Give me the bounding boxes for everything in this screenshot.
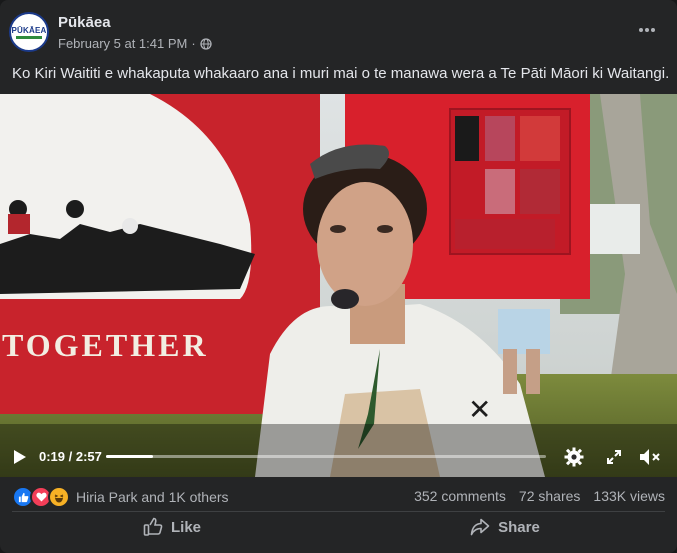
share-button[interactable]: Share bbox=[345, 512, 665, 542]
svg-text:✕: ✕ bbox=[468, 393, 491, 426]
globe-icon bbox=[200, 37, 212, 50]
page-avatar[interactable]: PŪKĀEA bbox=[9, 12, 49, 52]
post-date-link[interactable]: February 5 at 1:41 PM bbox=[58, 36, 187, 51]
banner-text: TOGETHER bbox=[2, 327, 209, 363]
shares-count-link[interactable]: 72 shares bbox=[519, 488, 580, 504]
share-arrow-icon bbox=[470, 518, 490, 536]
share-label: Share bbox=[498, 518, 540, 536]
progress-track[interactable] bbox=[106, 455, 546, 458]
post-meta: February 5 at 1:41 PM · bbox=[58, 36, 212, 51]
reactions-label: Hiria Park and 1K others bbox=[76, 489, 229, 505]
play-icon[interactable] bbox=[10, 447, 30, 467]
views-count: 133K views bbox=[593, 488, 665, 504]
avatar-logo-bar bbox=[16, 35, 42, 39]
post-caption: Ko Kiri Waititi e whakaputa whakaaro ana… bbox=[12, 65, 670, 82]
thumbs-up-icon bbox=[143, 517, 163, 536]
meta-separator: · bbox=[191, 36, 196, 51]
like-button[interactable]: Like bbox=[12, 512, 332, 542]
avatar-logo-text: PŪKĀEA bbox=[11, 25, 47, 35]
like-label: Like bbox=[170, 518, 201, 536]
haha-reaction-icon bbox=[48, 486, 70, 508]
post-card: PŪKĀEA Pūkāea February 5 at 1:41 PM · Ko… bbox=[0, 0, 677, 553]
video-player[interactable]: TOGETHER ✕ bbox=[0, 94, 677, 477]
volume-muted-icon[interactable] bbox=[638, 446, 662, 468]
fullscreen-icon[interactable] bbox=[603, 446, 625, 468]
reactions-summary[interactable]: Hiria Park and 1K others bbox=[12, 486, 229, 508]
engagement-counts: 352 comments 72 shares 133K views bbox=[414, 488, 665, 504]
gear-icon[interactable] bbox=[563, 446, 585, 468]
video-frame: TOGETHER ✕ bbox=[0, 94, 677, 477]
video-time: 0:19 / 2:57 bbox=[39, 449, 102, 464]
progress-fill bbox=[106, 455, 154, 458]
post-header: PŪKĀEA Pūkāea February 5 at 1:41 PM · bbox=[0, 0, 677, 62]
page-name-link[interactable]: Pūkāea bbox=[58, 14, 111, 31]
more-dots-icon[interactable] bbox=[637, 20, 657, 40]
comments-count-link[interactable]: 352 comments bbox=[414, 488, 506, 504]
